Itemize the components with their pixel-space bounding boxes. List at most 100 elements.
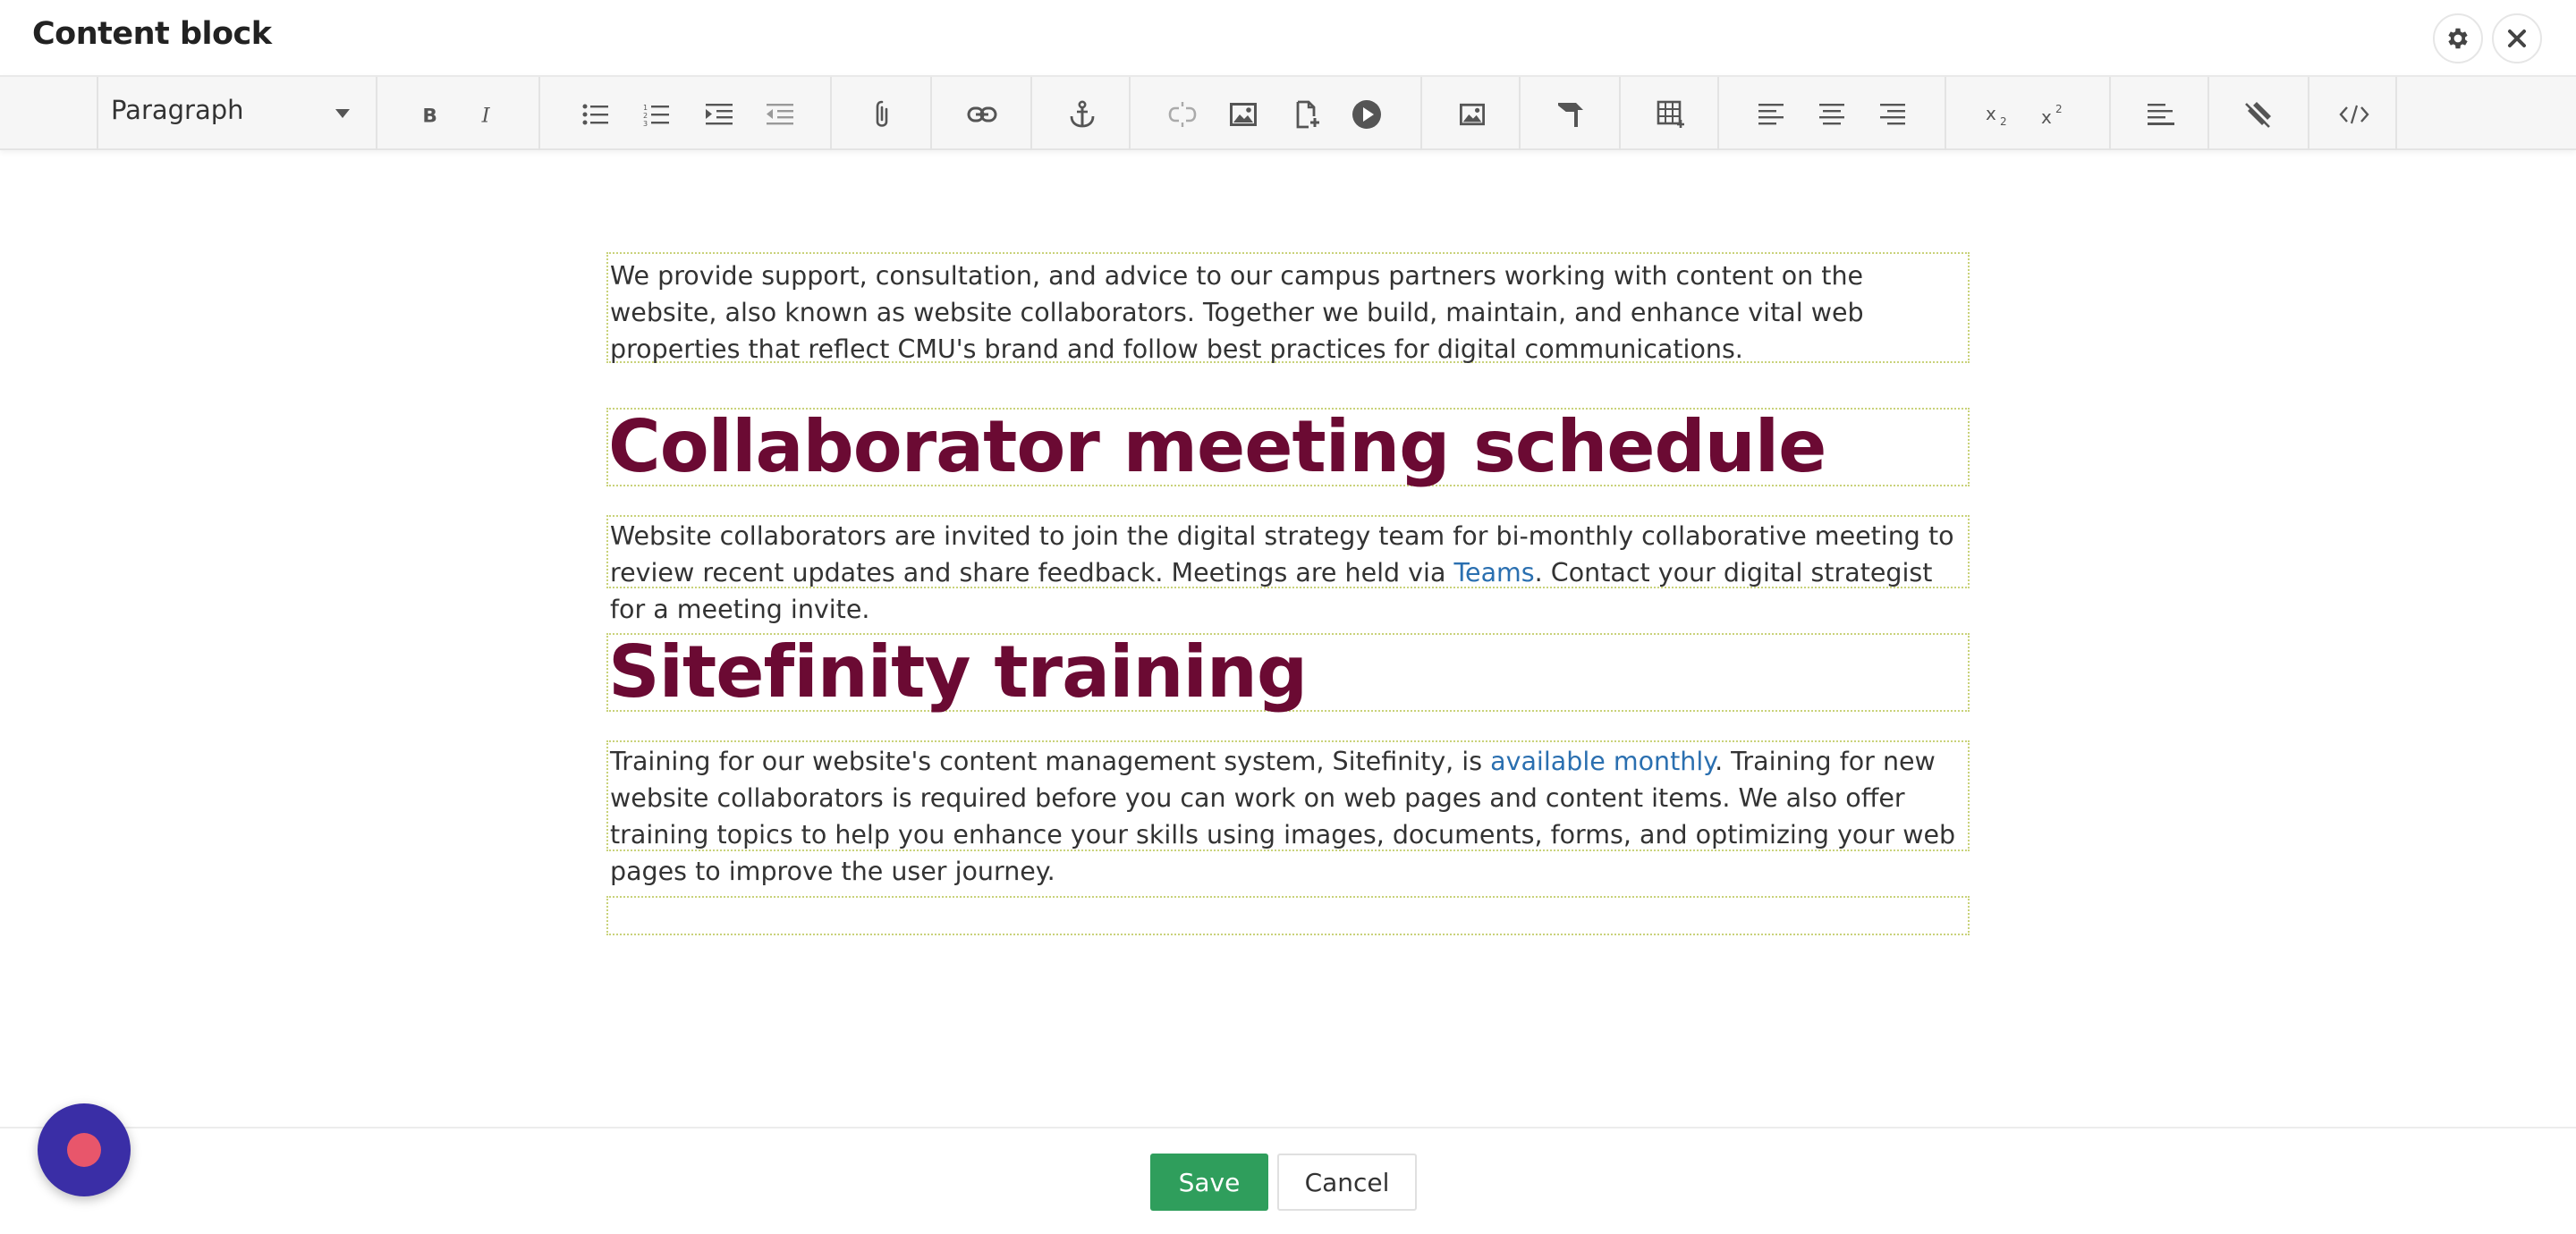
content-paragraph-3[interactable]: Training for our website's content manag… (606, 740, 1970, 886)
close-icon (2508, 30, 2526, 47)
outdent-button[interactable] (760, 95, 800, 134)
align-left-button[interactable] (1751, 95, 1791, 134)
link-icon (967, 106, 997, 123)
svg-text:1: 1 (643, 104, 648, 112)
numbered-list-icon: 1 2 3 (643, 104, 669, 126)
svg-text:x: x (1986, 103, 1996, 124)
format-painter-button[interactable] (1551, 95, 1590, 134)
content-paragraph-2[interactable]: Website collaborators are invited to joi… (606, 515, 1970, 624)
unlink-button[interactable] (1163, 95, 1202, 134)
paperclip-icon (876, 100, 888, 127)
paragraph-text: We provide support, consultation, and ad… (610, 261, 1864, 364)
toolbar-group-image-manager (1420, 77, 1519, 150)
align-center-button[interactable] (1812, 95, 1852, 134)
toolbar-group-script: x 2 x 2 (1945, 77, 2109, 150)
heading-text: Sitefinity training (608, 630, 1308, 714)
heading-text: Collaborator meeting schedule (608, 405, 1826, 488)
subscript-button[interactable]: x 2 (1980, 95, 2020, 134)
bulleted-list-icon (582, 104, 608, 125)
eraser-icon (2245, 100, 2273, 128)
paragraph-text: Website collaborators are invited to joi… (608, 518, 1968, 628)
bold-icon: B (422, 106, 437, 126)
italic-button[interactable]: I (467, 95, 506, 134)
svg-text:B: B (422, 106, 437, 126)
code-icon (2339, 105, 2369, 124)
dialog-footer: Save Cancel (0, 1127, 2576, 1234)
content-heading-1[interactable]: Collaborator meeting schedule (606, 408, 1970, 486)
paste-plain-button[interactable] (862, 95, 902, 134)
image-icon (1230, 103, 1257, 126)
toolbar-group-media (1129, 77, 1420, 150)
paragraph-style-icon (2148, 104, 2174, 125)
insert-video-button[interactable] (1347, 95, 1386, 134)
teams-link[interactable]: Teams (1453, 558, 1534, 587)
svg-text:2: 2 (2055, 103, 2063, 115)
format-select-value: Paragraph (111, 95, 244, 125)
toolbar-group-lists: 1 2 3 (538, 77, 830, 150)
paragraph-style-button[interactable] (2141, 95, 2181, 134)
superscript-button[interactable]: x 2 (2036, 95, 2075, 134)
unlink-icon (1168, 102, 1197, 127)
bulleted-list-button[interactable] (576, 95, 615, 134)
caret-down-icon (335, 109, 350, 118)
toolbar-group-paste (830, 77, 930, 150)
numbered-list-button[interactable]: 1 2 3 (637, 95, 676, 134)
bold-button[interactable]: B (410, 95, 449, 134)
toolbar-group-table (1619, 77, 1717, 150)
subscript-icon: x 2 (1986, 103, 2007, 127)
svg-text:2: 2 (2000, 115, 2007, 127)
align-right-icon (1880, 104, 1905, 125)
indent-icon (706, 104, 733, 125)
toolbar-group-anchor (1030, 77, 1129, 150)
italic-icon: I (481, 105, 491, 126)
align-center-icon (1819, 104, 1844, 125)
dialog-title: Content block (32, 16, 272, 52)
clear-formatting-button[interactable] (2240, 95, 2279, 134)
align-left-icon (1758, 104, 1784, 125)
svg-text:x: x (2041, 106, 2052, 127)
align-right-button[interactable] (1873, 95, 1912, 134)
superscript-icon: x 2 (2041, 103, 2063, 127)
title-bar: Content block (0, 0, 2576, 75)
paragraph-text-segment: Training for our website's content manag… (610, 747, 1491, 776)
record-dot-icon (67, 1133, 101, 1167)
indent-button[interactable] (699, 95, 739, 134)
record-button[interactable] (38, 1103, 131, 1196)
save-button[interactable]: Save (1150, 1154, 1268, 1211)
toolbar-group-html (2308, 77, 2397, 150)
insert-link-button[interactable] (962, 95, 1002, 134)
close-button[interactable] (2492, 13, 2542, 63)
document-add-icon (1296, 100, 1319, 129)
toolbar-group-format-painter (1519, 77, 1619, 150)
toolbar-group-text-style: B I (376, 77, 538, 150)
toolbar-group-paragraph (2109, 77, 2207, 150)
svg-text:3: 3 (643, 120, 648, 126)
paragraph-text: Training for our website's content manag… (608, 743, 1968, 890)
outdent-icon (767, 104, 793, 125)
play-circle-icon (1352, 100, 1381, 129)
html-view-button[interactable] (2334, 95, 2374, 134)
image-manager-button[interactable] (1453, 95, 1492, 134)
svg-text:2: 2 (643, 112, 648, 120)
insert-table-button[interactable] (1651, 95, 1690, 134)
table-icon (1657, 100, 1684, 128)
toolbar-group-link (930, 77, 1030, 150)
insert-image-button[interactable] (1224, 95, 1263, 134)
toolbar-group-alignment (1717, 77, 1945, 150)
available-monthly-link[interactable]: available monthly (1490, 747, 1715, 776)
insert-document-button[interactable] (1288, 95, 1327, 134)
content-paragraph-1[interactable]: We provide support, consultation, and ad… (606, 252, 1970, 364)
gear-icon (2448, 28, 2468, 49)
svg-text:I: I (481, 105, 491, 126)
anchor-icon (1070, 100, 1095, 128)
cancel-button[interactable]: Cancel (1277, 1154, 1417, 1211)
content-heading-2[interactable]: Sitefinity training (606, 633, 1970, 712)
toolbar-group-clear (2207, 77, 2308, 150)
format-select[interactable]: Paragraph (97, 77, 376, 150)
settings-button[interactable] (2433, 13, 2483, 63)
image-icon (1460, 103, 1485, 126)
editor-toolbar: Paragraph B I 1 2 3 x 2 x 2 (0, 75, 2576, 150)
format-painter-icon (1558, 103, 1583, 127)
anchor-button[interactable] (1063, 95, 1102, 134)
content-empty-paragraph[interactable] (606, 896, 1970, 935)
